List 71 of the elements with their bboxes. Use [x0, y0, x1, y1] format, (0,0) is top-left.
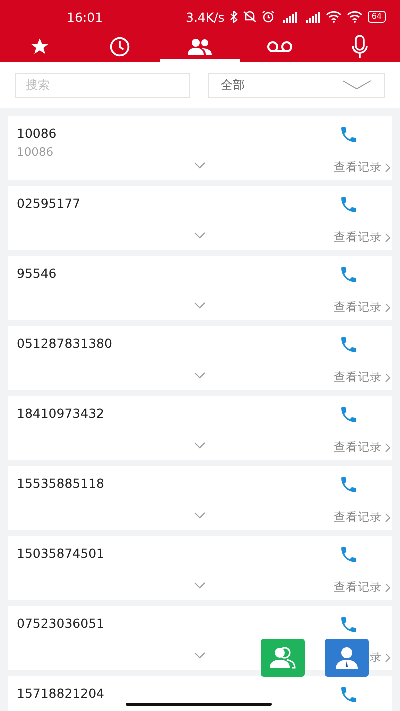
alarm-icon	[262, 11, 275, 23]
microphone-icon	[351, 34, 369, 58]
chevron-right-icon	[385, 162, 391, 172]
phone-number: 15535885118	[17, 476, 104, 491]
contact-card[interactable]: 95546 查看记录	[8, 256, 392, 320]
expand-chevron-icon[interactable]	[194, 512, 206, 519]
mute-icon	[242, 11, 257, 23]
network-speed: 3.4K/s	[186, 10, 225, 24]
contact-card[interactable]: 15718821204	[8, 676, 392, 711]
phone-icon[interactable]	[339, 125, 359, 145]
contact-button[interactable]	[325, 639, 369, 677]
chevron-right-icon	[385, 512, 391, 522]
view-records-link[interactable]: 查看记录	[334, 160, 382, 175]
view-records-link[interactable]: 查看记录	[334, 230, 382, 245]
phone-icon[interactable]	[339, 615, 359, 635]
wifi-icon	[326, 11, 342, 23]
phone-number: 15035874501	[17, 546, 104, 561]
view-records-link[interactable]: 录	[370, 650, 382, 665]
phone-icon[interactable]	[339, 265, 359, 285]
wifi-icon	[346, 11, 363, 23]
phone-number: 15718821204	[17, 686, 104, 701]
chevron-right-icon	[385, 372, 391, 382]
phone-number: 10086	[17, 126, 57, 141]
battery-level: 64	[368, 11, 386, 23]
phone-number: 02595177	[17, 196, 81, 211]
phone-icon[interactable]	[339, 545, 359, 565]
view-records-link[interactable]: 查看记录	[334, 370, 382, 385]
phone-icon[interactable]	[339, 335, 359, 355]
expand-chevron-icon[interactable]	[194, 372, 206, 379]
person-icon	[335, 647, 359, 669]
expand-chevron-icon[interactable]	[194, 232, 206, 239]
chevron-right-icon	[385, 232, 391, 242]
phone-icon[interactable]	[339, 475, 359, 495]
view-records-link[interactable]: 查看记录	[334, 300, 382, 315]
star-icon	[30, 36, 50, 56]
phone-number: 18410973432	[17, 406, 104, 421]
expand-chevron-icon[interactable]	[194, 442, 206, 449]
expand-chevron-icon[interactable]	[194, 652, 206, 659]
expand-chevron-icon[interactable]	[194, 162, 206, 169]
view-records-link[interactable]: 查看记录	[334, 580, 382, 595]
contact-card[interactable]: 02595177 查看记录	[8, 186, 392, 250]
people-icon	[188, 38, 212, 56]
bluetooth-icon	[230, 11, 238, 23]
expand-chevron-icon[interactable]	[194, 582, 206, 589]
view-records-link[interactable]: 查看记录	[334, 510, 382, 525]
contact-card[interactable]: 15035874501 查看记录	[8, 536, 392, 600]
chevron-right-icon	[385, 302, 391, 312]
chevron-right-icon	[385, 652, 391, 662]
phone-number: 051287831380	[17, 336, 112, 351]
status-time: 16:01	[67, 10, 104, 24]
contact-card[interactable]: 15535885118 查看记录	[8, 466, 392, 530]
dropdown-chevron-icon	[342, 80, 372, 90]
view-records-link[interactable]: 查看记录	[334, 440, 382, 455]
chevron-right-icon	[385, 582, 391, 592]
filter-dropdown[interactable]: 全部	[208, 72, 385, 98]
group-button[interactable]	[261, 639, 305, 677]
contact-subtitle: 10086	[17, 145, 54, 159]
contact-card[interactable]: 10086 10086 查看记录	[8, 116, 392, 180]
group-icon	[269, 647, 297, 669]
contact-card[interactable]: 051287831380 查看记录	[8, 326, 392, 390]
phone-icon[interactable]	[339, 685, 359, 705]
phone-icon[interactable]	[339, 195, 359, 215]
phone-icon[interactable]	[339, 405, 359, 425]
phone-number: 07523036051	[17, 616, 104, 631]
voicemail-icon	[267, 40, 293, 54]
search-field[interactable]: 搜索	[15, 72, 190, 98]
chevron-right-icon	[385, 442, 391, 452]
phone-number: 95546	[17, 266, 57, 281]
expand-chevron-icon[interactable]	[194, 302, 206, 309]
clock-icon	[109, 36, 131, 58]
contact-card[interactable]: 18410973432 查看记录	[8, 396, 392, 460]
